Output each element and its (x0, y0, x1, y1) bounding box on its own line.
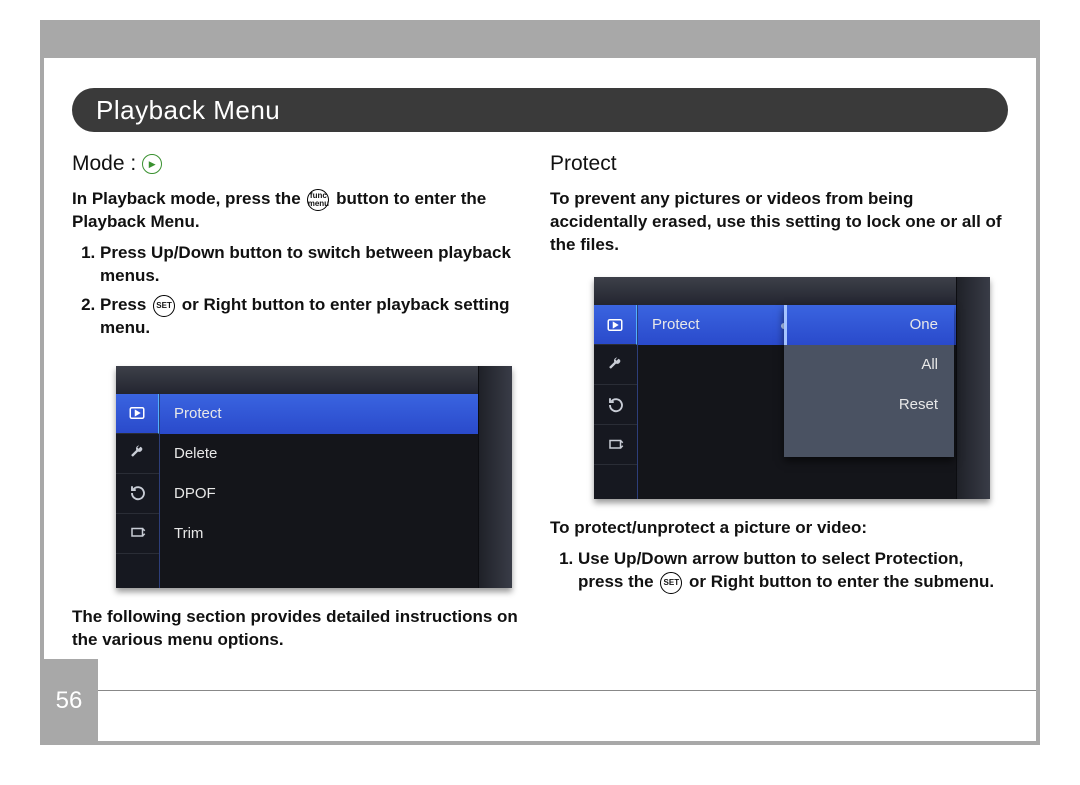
section-title: Playback Menu (96, 95, 280, 125)
lcd2-submenu: One All Reset (784, 305, 954, 457)
right-steps: Use Up/Down arrow button to select Prote… (550, 548, 1008, 594)
sidebar-play-icon (116, 394, 159, 434)
playback-mode-icon: ▶ (142, 154, 162, 174)
lcd2-sub-one: One (784, 305, 954, 345)
intro-text: In Playback mode, press the func menu bu… (72, 188, 530, 234)
lcd2-sub-reset: Reset (784, 385, 954, 425)
lcd1-right (478, 366, 512, 588)
page-number: 56 (56, 687, 83, 715)
lcd2-sidebar (594, 305, 638, 499)
lcd1-top (116, 366, 512, 394)
lcd2-right (956, 277, 990, 499)
sidebar-rotate-icon (594, 385, 637, 425)
lcd1-menu-item-protect: Protect (160, 394, 478, 434)
lcd2-top (594, 277, 990, 305)
lcd1-menu-item-trim: Trim (160, 514, 478, 554)
left-outro: The following section provides detailed … (72, 606, 530, 652)
protect-after: To protect/unprotect a picture or video: (550, 517, 1008, 540)
sidebar-wrench-icon (116, 434, 159, 474)
set-button-icon: SET (153, 295, 175, 317)
sidebar-rotate-icon (116, 474, 159, 514)
lcd-screenshot-2: Protect One All Reset (594, 277, 990, 499)
sidebar-trim-icon (594, 425, 637, 465)
left-step-1: Press Up/Down button to switch between p… (100, 242, 530, 288)
intro-a: In Playback mode, press the (72, 189, 305, 208)
content-columns: Mode : ▶ In Playback mode, press the fun… (72, 150, 1008, 641)
lcd1-menu-item-delete: Delete (160, 434, 478, 474)
right-column: Protect To prevent any pictures or video… (550, 150, 1008, 641)
left-step-2: Press SET or Right button to enter playb… (100, 294, 530, 340)
left-step-2a: Press (100, 295, 151, 314)
header-bar (40, 20, 1040, 58)
mode-line: Mode : ▶ (72, 150, 530, 178)
section-title-pill: Playback Menu (72, 88, 1008, 132)
mode-label: Mode : (72, 150, 136, 178)
footer-rule (98, 690, 1036, 691)
func-menu-button-icon: func menu (307, 189, 329, 211)
lcd1-menu-item-dpof: DPOF (160, 474, 478, 514)
lcd-screenshot-1: Protect Delete DPOF Trim (116, 366, 512, 588)
right-step-1: Use Up/Down arrow button to select Prote… (578, 548, 1008, 594)
page-number-box: 56 (40, 659, 98, 745)
page-frame: Playback Menu Mode : ▶ In Playback mode,… (40, 20, 1040, 745)
right-step-1b: or Right button to enter the submenu. (684, 572, 994, 591)
lcd1-menu: Protect Delete DPOF Trim (160, 394, 478, 578)
left-column: Mode : ▶ In Playback mode, press the fun… (72, 150, 530, 641)
protect-heading: Protect (550, 150, 1008, 178)
lcd2-sub-all: All (784, 345, 954, 385)
sidebar-wrench-icon (594, 345, 637, 385)
sidebar-play-icon (594, 305, 637, 345)
protect-intro: To prevent any pictures or videos from b… (550, 188, 1008, 257)
left-steps: Press Up/Down button to switch between p… (72, 242, 530, 340)
lcd1-sidebar (116, 394, 160, 588)
sidebar-trim-icon (116, 514, 159, 554)
set-button-icon: SET (660, 572, 682, 594)
